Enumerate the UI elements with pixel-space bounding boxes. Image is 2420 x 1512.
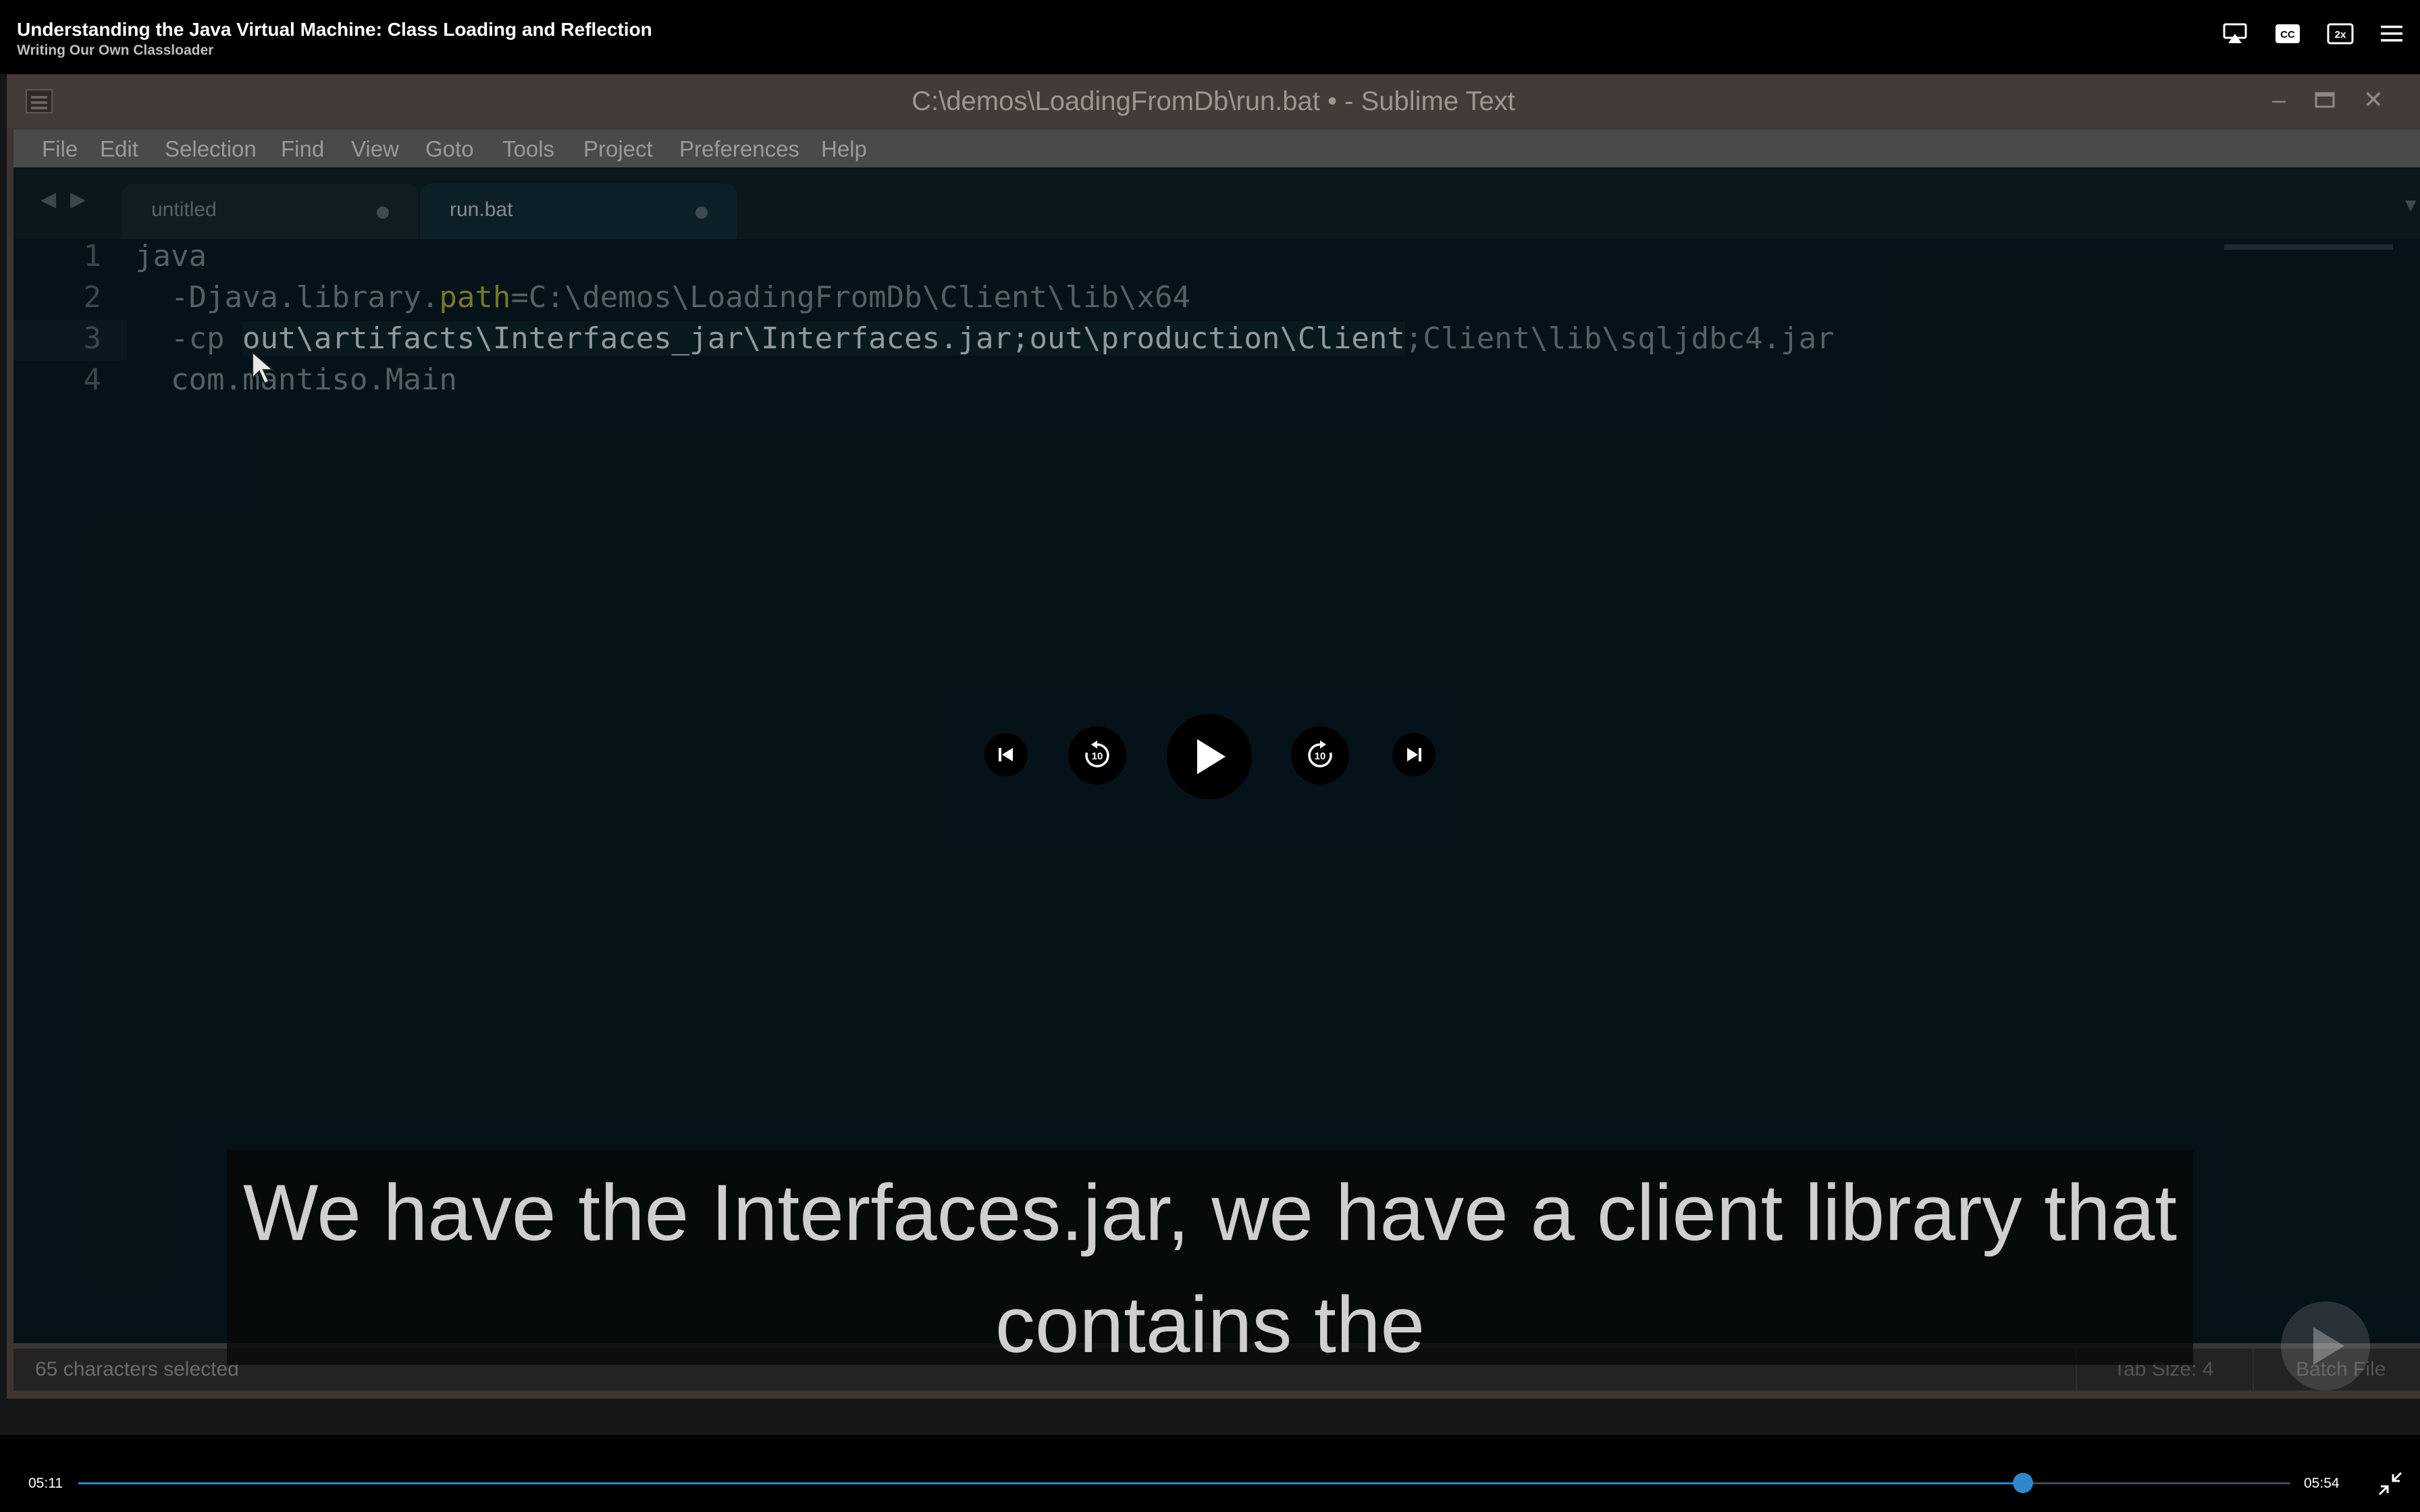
module-title: Writing Our Own Classloader: [17, 43, 214, 58]
caption-text: We have the Interfaces.jar, we have a cl…: [227, 1157, 2193, 1381]
current-time: 05:11: [28, 1476, 63, 1491]
progress-thumb[interactable]: [2012, 1473, 2033, 1493]
menu-icon[interactable]: [2377, 19, 2406, 49]
course-title: Understanding the Java Virtual Machine: …: [17, 19, 652, 40]
forward-10-button[interactable]: 10: [1291, 726, 1349, 784]
playback-speed-icon[interactable]: 2x: [2325, 19, 2355, 49]
player-header: Understanding the Java Virtual Machine: …: [0, 0, 2420, 74]
play-button-main[interactable]: [1167, 714, 1252, 799]
next-clip-button[interactable]: [1392, 733, 1436, 776]
previous-clip-button[interactable]: [984, 733, 1028, 776]
player-footer: 05:11 05:54: [0, 1435, 2420, 1512]
closed-captions-icon[interactable]: CC: [2273, 19, 2303, 49]
progress-track[interactable]: [78, 1473, 2290, 1493]
total-time: 05:54: [2304, 1476, 2340, 1491]
svg-text:2x: 2x: [2335, 29, 2346, 40]
svg-text:CC: CC: [2280, 29, 2295, 40]
svg-text:10: 10: [1315, 751, 1326, 762]
airplay-icon[interactable]: [2220, 19, 2250, 49]
mouse-cursor-icon: [252, 351, 274, 385]
exit-fullscreen-icon[interactable]: [2377, 1470, 2404, 1497]
progress-fill: [78, 1482, 2023, 1484]
rewind-10-button[interactable]: 10: [1068, 726, 1126, 784]
caption-box: We have the Interfaces.jar, we have a cl…: [227, 1150, 2193, 1370]
svg-text:10: 10: [1092, 751, 1103, 762]
caption-line-2: contains the: [995, 1280, 1425, 1370]
caption-line-1: We have the Interfaces.jar, we have a cl…: [242, 1168, 2178, 1258]
pluralsight-watermark-icon: [2281, 1301, 2370, 1390]
